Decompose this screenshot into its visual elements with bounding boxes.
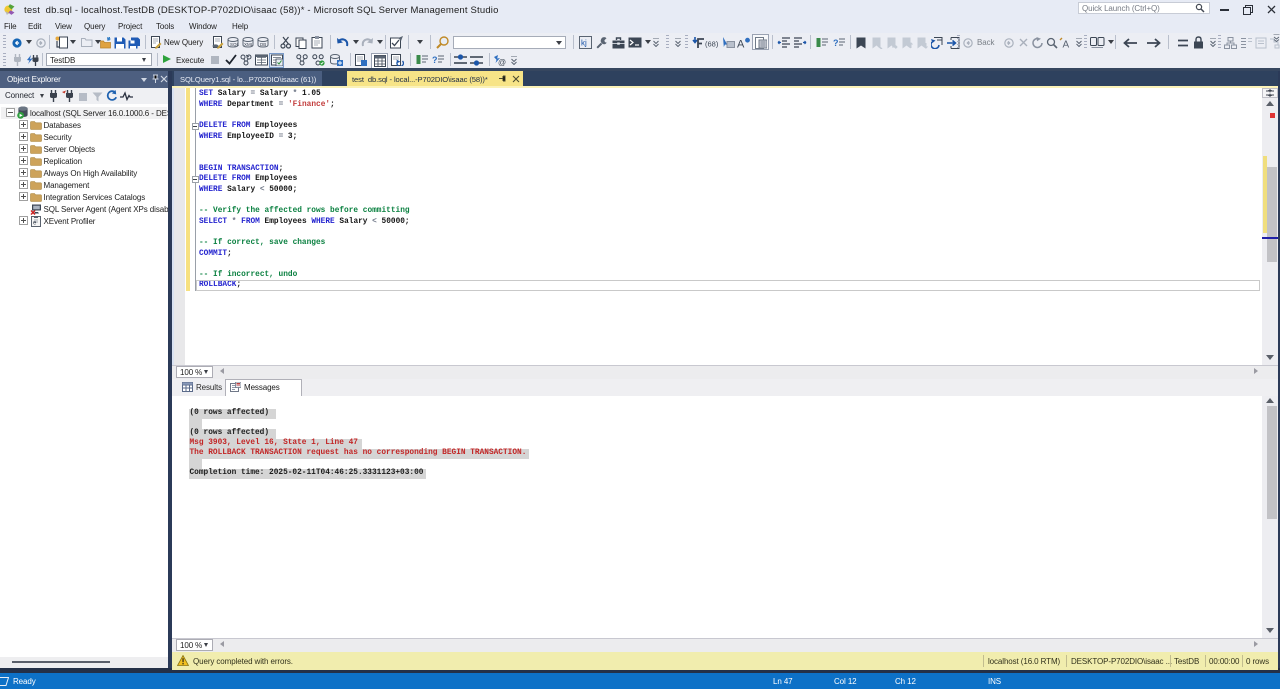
svg-text:(68): (68) <box>705 39 719 48</box>
svg-text:@: @ <box>498 58 506 67</box>
svg-text:kj: kj <box>581 39 587 48</box>
svg-text:A: A <box>737 38 745 49</box>
svg-text:SQL: SQL <box>230 42 240 47</box>
svg-text:?: ? <box>432 55 438 65</box>
svg-text:?: ? <box>833 38 839 48</box>
svg-text:DB: DB <box>260 42 266 47</box>
svg-text:A: A <box>1063 39 1070 49</box>
svg-text:XML: XML <box>244 42 254 47</box>
